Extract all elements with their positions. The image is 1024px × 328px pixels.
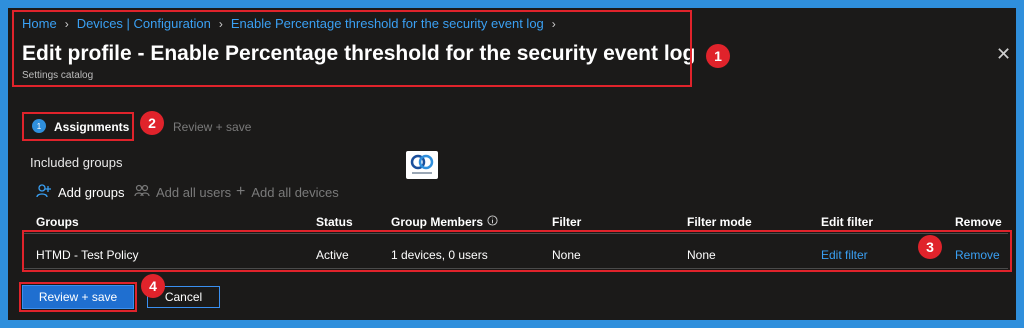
column-header-groups: Groups — [36, 215, 79, 229]
column-header-status: Status — [316, 215, 353, 229]
brand-logo — [406, 151, 438, 179]
annotation-marker-1: 1 — [706, 44, 730, 68]
column-header-filter: Filter — [552, 215, 582, 229]
close-icon[interactable]: ✕ — [996, 44, 1011, 65]
tab-review-save[interactable]: Review + save — [173, 120, 251, 134]
column-header-group-members: Group Members — [391, 215, 498, 229]
info-icon[interactable] — [487, 215, 498, 229]
add-all-devices-button[interactable]: + Add all devices — [236, 183, 339, 201]
annotation-marker-4: 4 — [141, 274, 165, 298]
plus-icon: + — [236, 183, 246, 200]
annotation-marker-2: 2 — [140, 111, 164, 135]
annotation-box-header — [12, 10, 692, 87]
column-header-remove: Remove — [955, 215, 1002, 229]
column-header-filter-mode: Filter mode — [687, 215, 752, 229]
group-members-header-label: Group Members — [391, 215, 484, 229]
add-groups-button[interactable]: Add groups — [36, 183, 125, 202]
annotation-box-row — [22, 230, 1012, 272]
person-add-icon — [36, 183, 52, 202]
add-all-users-button[interactable]: Add all users — [134, 183, 231, 202]
add-groups-label: Add groups — [58, 185, 125, 200]
included-groups-heading: Included groups — [30, 155, 123, 170]
annotation-marker-3: 3 — [918, 235, 942, 259]
annotation-box-review-save — [19, 282, 137, 312]
add-all-devices-label: Add all devices — [251, 184, 339, 200]
people-icon — [134, 183, 150, 202]
column-header-edit-filter: Edit filter — [821, 215, 874, 229]
add-all-users-label: Add all users — [156, 185, 232, 200]
annotation-box-assignments — [22, 112, 134, 141]
